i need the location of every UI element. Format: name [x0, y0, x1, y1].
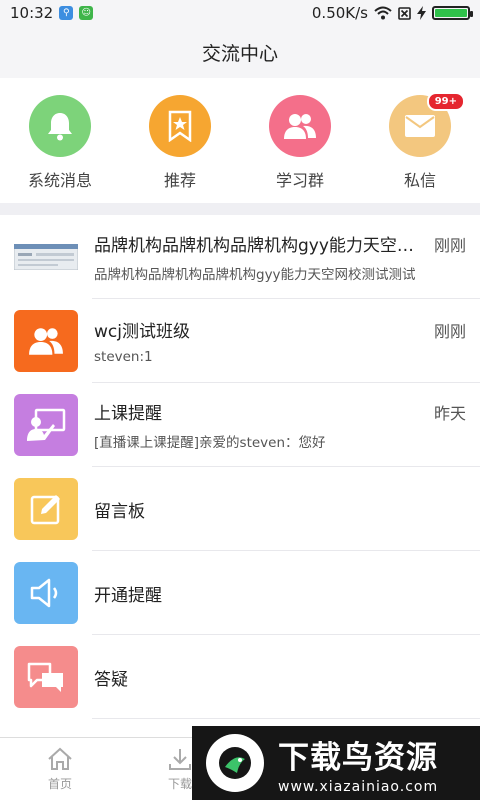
- tab-home[interactable]: 首页: [0, 738, 120, 800]
- watermark-banner: 下载鸟资源 www.xiazainiao.com: [192, 726, 480, 800]
- quick-label: 私信: [403, 171, 436, 190]
- row-body: wcj测试班级 刚刚 steven:1: [94, 317, 466, 366]
- conversation-preview: steven:1: [94, 349, 153, 365]
- status-time: 10:32: [10, 4, 54, 22]
- group-icon: [14, 310, 78, 372]
- row-top: 开通提醒: [94, 581, 466, 606]
- row-top: 答疑: [94, 665, 466, 690]
- bookmark-star-icon: [149, 95, 211, 157]
- conversation-row[interactable]: 品牌机构品牌机构品牌机构gyy能力天空网校 刚刚 品牌机构品牌机构品牌机构gyy…: [0, 215, 480, 299]
- status-bar: 10:32 ⚲ ☺ 0.50K/s: [0, 0, 480, 26]
- conversation-preview: 品牌机构品牌机构品牌机构gyy能力天空网校测试测试: [94, 267, 416, 283]
- speaker-icon: [14, 562, 78, 624]
- conversation-time: 昨天: [433, 403, 466, 423]
- conversation-list: 品牌机构品牌机构品牌机构gyy能力天空网校 刚刚 品牌机构品牌机构品牌机构gyy…: [0, 215, 480, 719]
- thumbnail-image: [14, 226, 78, 288]
- conversation-title: 上课提醒: [94, 404, 162, 424]
- section-divider: [0, 203, 480, 215]
- conversation-time: 刚刚: [433, 235, 466, 255]
- row-body: 答疑: [94, 665, 466, 690]
- row-body: 品牌机构品牌机构品牌机构gyy能力天空网校 刚刚 品牌机构品牌机构品牌机构gyy…: [94, 231, 466, 284]
- battery-icon: [432, 6, 473, 20]
- row-body: 留言板: [94, 497, 466, 522]
- row-top: 留言板: [94, 497, 466, 522]
- watermark-url: www.xiazainiao.com: [278, 778, 439, 795]
- app-notify-icon: ☺: [79, 6, 94, 20]
- status-left: 10:32 ⚲ ☺: [10, 4, 94, 22]
- conversation-row[interactable]: 答疑: [0, 635, 480, 719]
- edit-note-icon: [14, 478, 78, 540]
- group-icon: [269, 95, 331, 157]
- quick-label: 学习群: [275, 171, 324, 190]
- quick-item-private-messages[interactable]: 99+ 私信: [370, 92, 470, 191]
- tab-label: 下载: [167, 776, 192, 791]
- conversation-row[interactable]: wcj测试班级 刚刚 steven:1: [0, 299, 480, 383]
- tab-label: 首页: [47, 776, 72, 791]
- network-speed: 0.50K/s: [311, 4, 368, 22]
- row-top: 品牌机构品牌机构品牌机构gyy能力天空网校 刚刚: [94, 231, 466, 257]
- row-body: 开通提醒: [94, 581, 466, 606]
- wifi-icon: [374, 6, 392, 20]
- unread-badge: 99+: [426, 92, 465, 111]
- chat-bubbles-icon: [14, 646, 78, 708]
- quick-label: 推荐: [163, 171, 196, 190]
- conversation-row[interactable]: 上课提醒 昨天 [直播课上课提醒]亲爱的steven：您好: [0, 383, 480, 467]
- row-top: 上课提醒 昨天: [94, 399, 466, 425]
- conversation-title: 答疑: [94, 669, 128, 690]
- conversation-title: wcj测试班级: [94, 322, 190, 342]
- row-body: 上课提醒 昨天 [直播课上课提醒]亲爱的steven：您好: [94, 399, 466, 452]
- download-icon: [169, 748, 191, 770]
- header: 交流中心: [0, 26, 480, 78]
- page-title: 交流中心: [201, 42, 278, 65]
- conversation-title: 开通提醒: [94, 585, 162, 606]
- quick-item-study-group[interactable]: 学习群: [250, 95, 350, 191]
- conversation-row[interactable]: 开通提醒: [0, 551, 480, 635]
- conversation-preview: [直播课上课提醒]亲爱的steven：您好: [94, 435, 326, 451]
- bird-logo-icon: [206, 734, 264, 792]
- teacher-board-icon: [14, 394, 78, 456]
- conversation-title: 留言板: [94, 501, 145, 522]
- conversation-title: 品牌机构品牌机构品牌机构gyy能力天空网校: [94, 236, 424, 256]
- usb-icon: ⚲: [59, 6, 74, 20]
- status-right: 0.50K/s: [311, 4, 473, 22]
- no-sim-icon: [398, 6, 411, 20]
- home-icon: [48, 747, 72, 770]
- watermark-text: 下载鸟资源 www.xiazainiao.com: [278, 732, 438, 795]
- conversation-row[interactable]: 留言板: [0, 467, 480, 551]
- quick-item-system-messages[interactable]: 系统消息: [10, 95, 110, 191]
- watermark-title: 下载鸟资源: [278, 739, 438, 776]
- quick-item-recommend[interactable]: 推荐: [130, 95, 230, 191]
- quick-label: 系统消息: [27, 171, 92, 190]
- bell-icon: [29, 95, 91, 157]
- row-top: wcj测试班级 刚刚: [94, 317, 466, 343]
- conversation-time: 刚刚: [433, 321, 466, 341]
- quick-actions: 系统消息 推荐 学习群 99+ 私信: [0, 78, 480, 203]
- charging-icon: [417, 6, 426, 20]
